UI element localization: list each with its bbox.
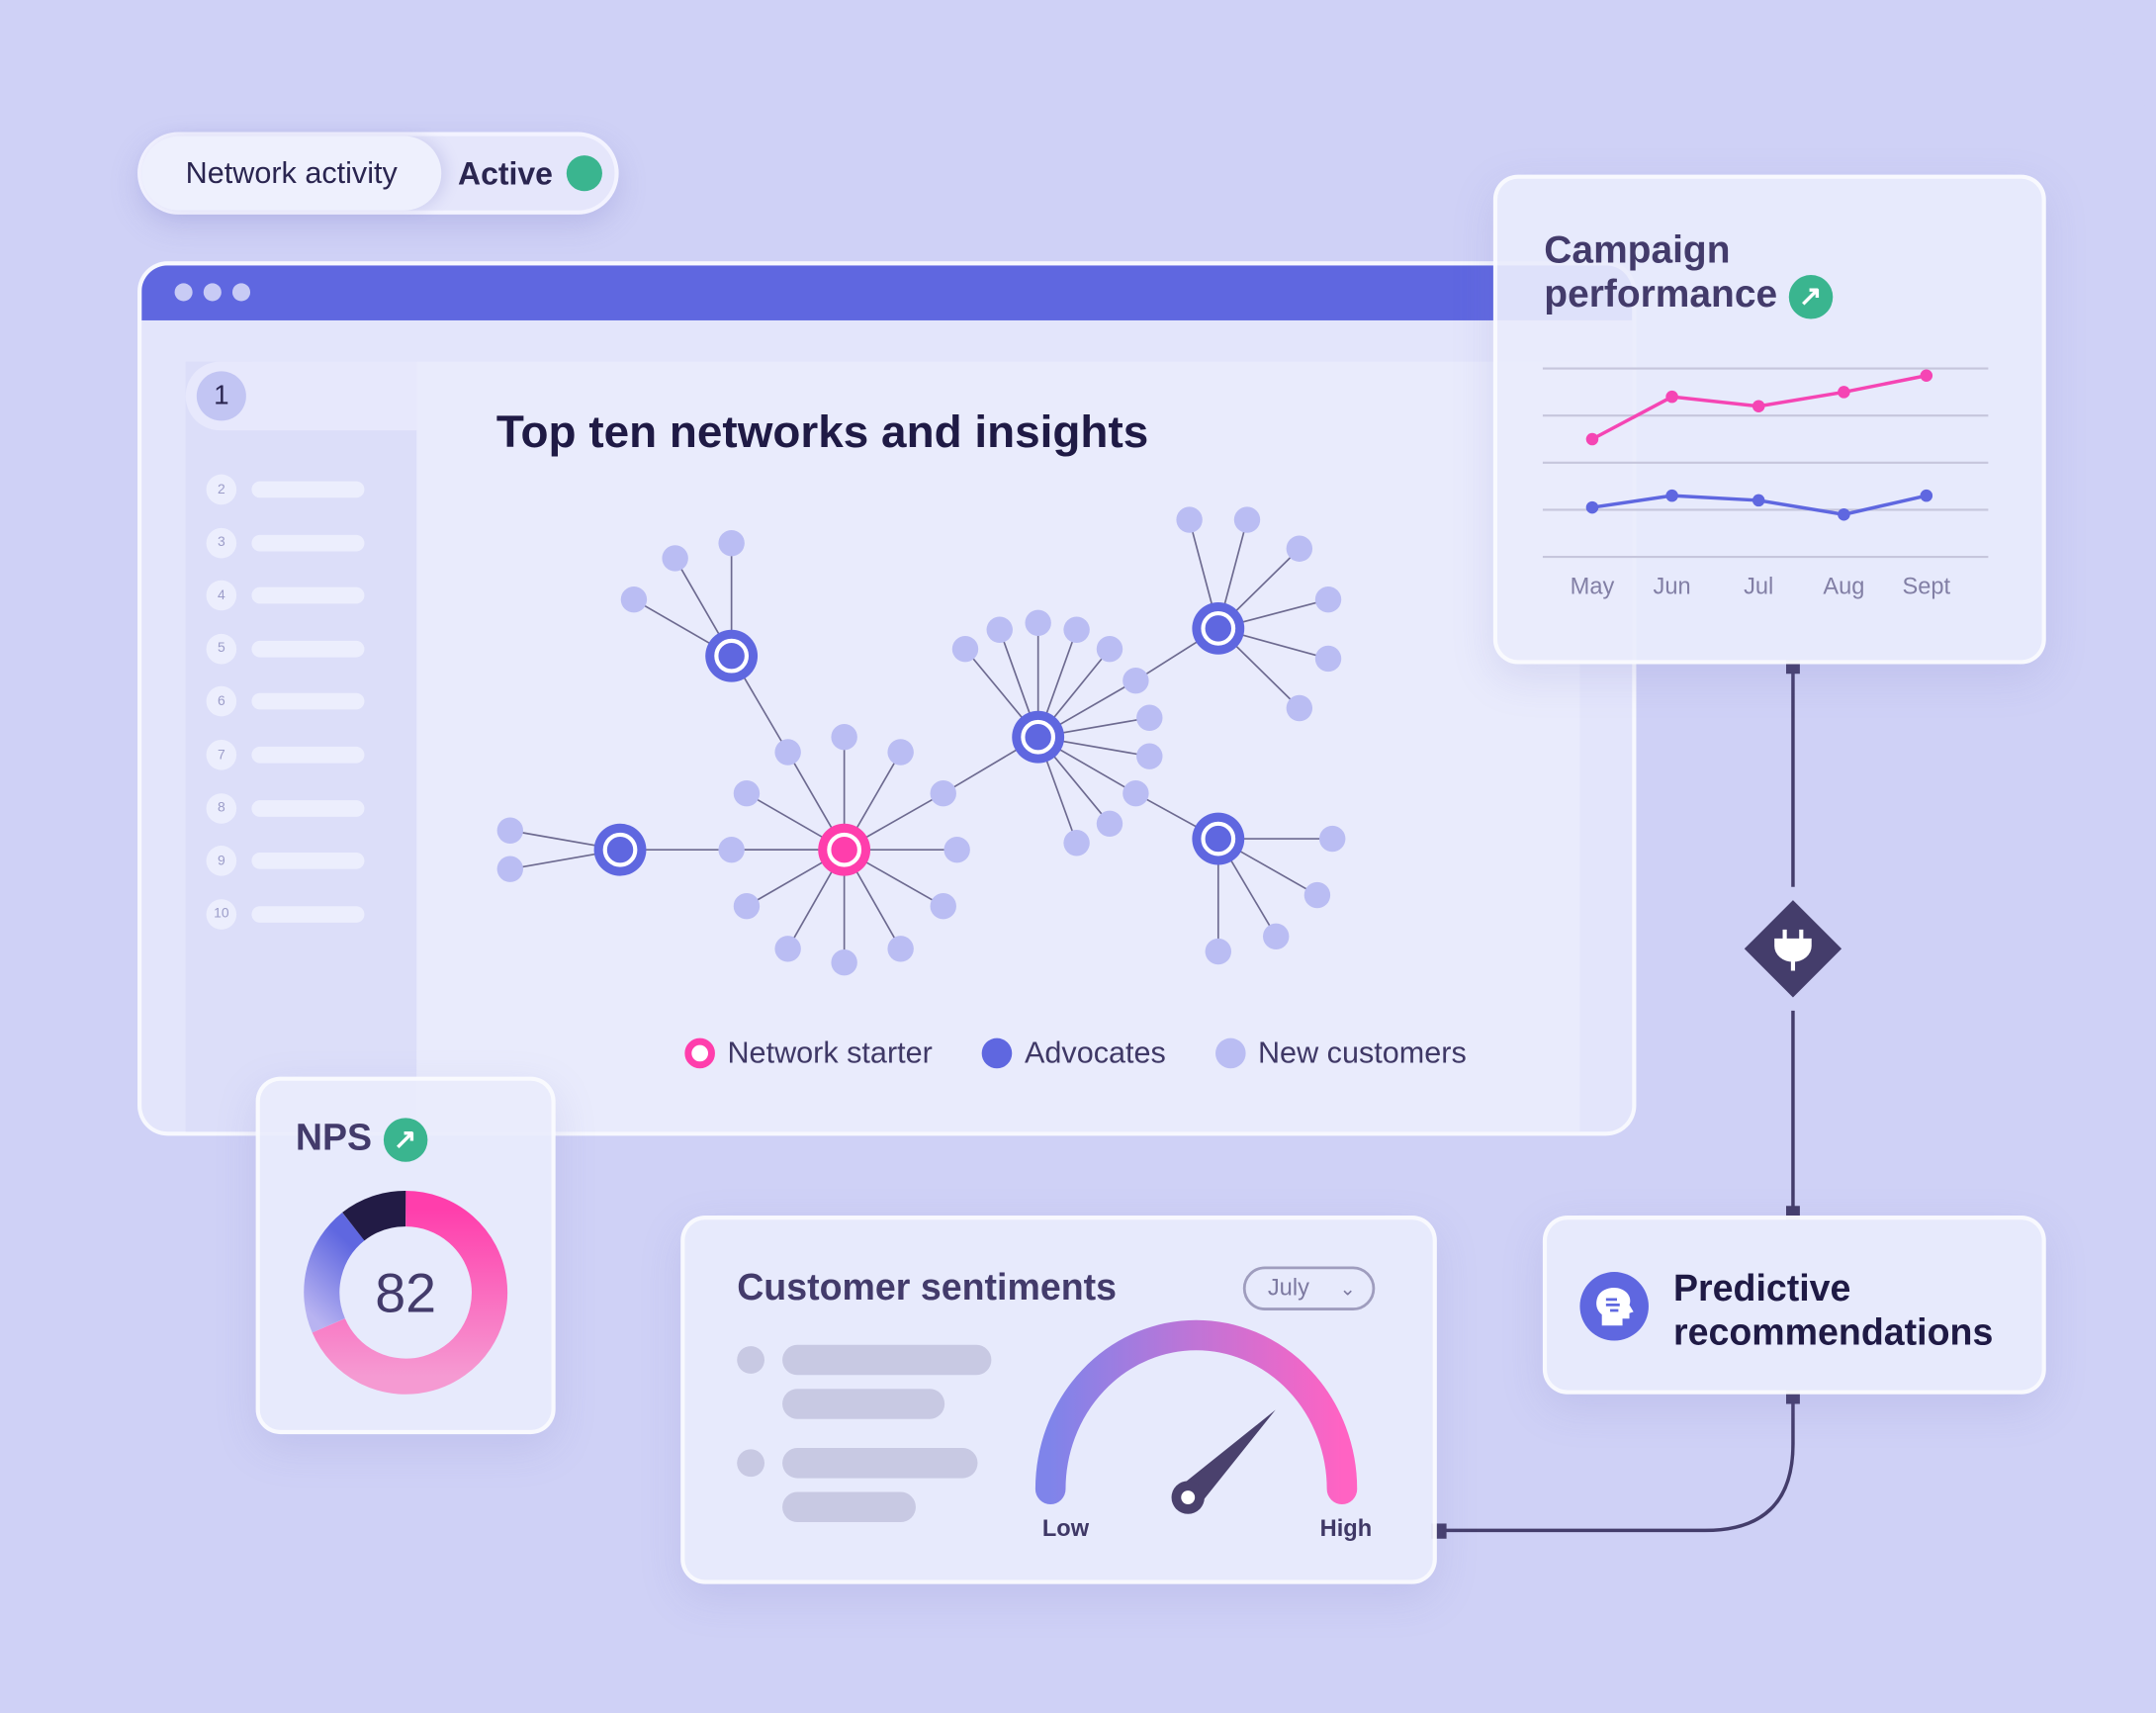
new-customer-node — [496, 856, 524, 882]
new-customer-node — [1314, 586, 1342, 613]
gauge-needle — [1171, 1409, 1276, 1514]
network-graph — [496, 506, 1346, 976]
data-point — [1585, 432, 1599, 446]
plug-icon — [1744, 900, 1842, 998]
new-customer-node — [1318, 825, 1346, 853]
new-customer-node — [1286, 535, 1313, 562]
new-customer-node — [930, 892, 956, 920]
sentiment-gauge: Low High — [1034, 1319, 1373, 1542]
sentiments-title: Customer sentiments — [737, 1266, 1118, 1308]
nps-card: NPS ↗ 82 — [255, 1076, 556, 1435]
x-tick-label: May — [1571, 575, 1615, 600]
new-customer-node — [1176, 506, 1203, 533]
legend: Network starter Advocates New customers — [684, 1036, 1515, 1071]
data-point — [1752, 400, 1765, 412]
data-point — [1838, 507, 1850, 521]
dropdown-value: July — [1267, 1274, 1309, 1302]
customer-sentiments-card: Customer sentiments July ⌄ Low High — [680, 1216, 1437, 1584]
new-customer-node — [733, 779, 761, 807]
new-customer-node — [662, 545, 688, 572]
new-customer-node — [943, 836, 970, 863]
placeholder-dot — [737, 1346, 765, 1374]
new-customer-node — [1205, 938, 1232, 965]
new-customer-node — [774, 739, 801, 766]
predictive-recommendations-card[interactable]: Predictive recommendations — [1542, 1216, 2046, 1395]
network-window: 1 2 3 4 5 6 7 8 9 10 Top ten networks and insigh… — [137, 261, 1637, 1136]
new-customer-node — [1096, 636, 1123, 663]
new-customer-node — [831, 949, 857, 976]
advocate-node — [705, 629, 759, 682]
new-customer-node — [986, 616, 1013, 643]
new-customer-node — [831, 723, 857, 751]
new-customer-node — [1262, 923, 1290, 950]
new-customer-node — [496, 817, 524, 844]
data-point — [1920, 369, 1933, 382]
nps-value: 82 — [375, 1262, 436, 1323]
advocate-node — [1012, 710, 1065, 764]
new-customer-node — [951, 636, 979, 663]
new-customer-node — [718, 529, 745, 557]
new-customer-node — [1303, 881, 1331, 909]
gauge-arc — [1034, 1319, 1358, 1504]
new-customer-node — [887, 936, 914, 962]
new-customer-node — [620, 586, 648, 613]
new-customer-node — [1314, 645, 1342, 673]
legend-new-customers: New customers — [1214, 1036, 1467, 1071]
arrow-up-right-icon: ↗ — [383, 1118, 427, 1162]
data-point — [1920, 489, 1933, 502]
new-customer-node — [1096, 810, 1123, 837]
new-customer-node — [1123, 667, 1149, 694]
placeholder-line — [782, 1491, 916, 1523]
network-starter-node — [818, 823, 871, 876]
gauge-low-label: Low — [1042, 1516, 1090, 1542]
new-customer-node — [1233, 506, 1261, 533]
advocate-node — [1192, 812, 1245, 865]
advocate-node — [593, 823, 647, 876]
new-customer-node — [930, 779, 956, 807]
campaign-performance-card: Campaign performance ↗ May Jun Jul Aug Sept — [1492, 174, 2046, 665]
nps-donut: 82 — [304, 1190, 508, 1395]
x-tick-label: Sept — [1903, 575, 1951, 600]
new-customer-node — [1063, 616, 1090, 643]
predictive-title: Predictive recommendations — [1672, 1267, 1994, 1354]
campaign-chart: May Jun Jul Aug Sept — [1542, 367, 1989, 600]
data-point — [1665, 390, 1678, 404]
placeholder-line — [782, 1389, 945, 1419]
legend-advocates: Advocates — [981, 1036, 1166, 1071]
head-brain-icon — [1579, 1272, 1649, 1341]
new-customer-node — [733, 892, 761, 920]
network-panel: Top ten networks and insights Network st… — [416, 361, 1580, 1132]
placeholder-line — [782, 1447, 978, 1479]
month-dropdown[interactable]: July ⌄ — [1242, 1266, 1376, 1310]
new-customer-node — [774, 936, 801, 962]
data-point — [1838, 386, 1850, 399]
new-customer-node — [887, 739, 914, 766]
x-tick-label: Jul — [1744, 575, 1773, 600]
dashboard-illustration: Network activity Active 1 2 3 4 5 6 7 8 9 10 Top… — [0, 0, 2156, 1713]
x-tick-label: Jun — [1654, 575, 1691, 600]
nps-title: NPS ↗ — [296, 1117, 427, 1162]
new-customer-node — [1025, 609, 1051, 637]
gauge-high-label: High — [1320, 1516, 1373, 1542]
x-tick-label: Aug — [1823, 575, 1864, 600]
new-customer-node — [1136, 704, 1163, 731]
new-customer-node — [1123, 779, 1149, 807]
new-customer-node — [1136, 743, 1163, 769]
chevron-down-icon: ⌄ — [1339, 1276, 1356, 1300]
data-point — [1665, 489, 1678, 502]
data-point — [1585, 500, 1599, 514]
advocate-node — [1192, 601, 1245, 655]
new-customer-node — [1063, 830, 1090, 856]
data-point — [1752, 494, 1765, 507]
placeholder-line — [782, 1344, 992, 1376]
legend-network-starter: Network starter — [684, 1036, 933, 1071]
placeholder-dot — [737, 1449, 765, 1478]
new-customer-node — [1286, 694, 1313, 722]
new-customer-node — [718, 836, 745, 863]
